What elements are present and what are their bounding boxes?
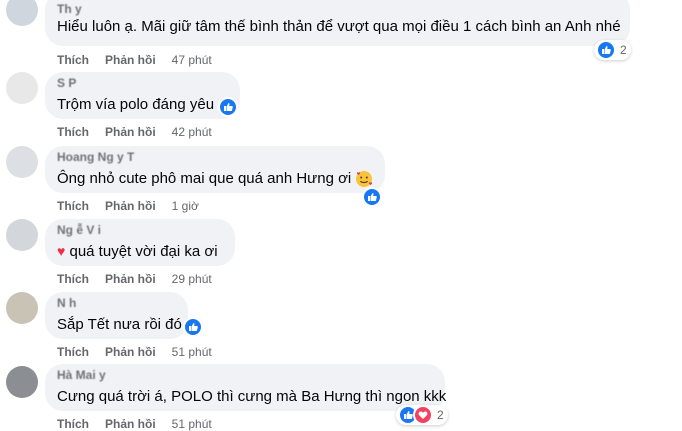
avatar[interactable] [6, 219, 38, 251]
like-button[interactable]: Thích [57, 125, 89, 139]
reaction-summary[interactable]: 2 [396, 405, 448, 425]
like-reaction-icon [596, 40, 616, 60]
comment-bubble: Th y Hiểu luôn ạ. Mãi giữ tâm thế bình t… [45, 0, 630, 46]
comment-actions: Thích Phản hồi 47 phút [57, 53, 212, 67]
commenter-name[interactable]: Hà Mai y [57, 368, 106, 382]
like-button[interactable]: Thích [57, 272, 89, 286]
comment-timestamp[interactable]: 29 phút [172, 272, 212, 286]
comment-timestamp[interactable]: 47 phút [172, 53, 212, 67]
commenter-name[interactable]: Th y [57, 2, 82, 16]
avatar[interactable] [6, 146, 38, 178]
comment-actions: Thích Phản hồi 29 phút [57, 272, 212, 286]
comment-text-body: quá tuyệt vời đại ka ơi [69, 243, 218, 260]
comment-timestamp[interactable]: 51 phút [172, 345, 212, 359]
comment-timestamp[interactable]: 1 giờ [172, 199, 199, 213]
like-reaction-icon[interactable] [183, 317, 203, 337]
comment-timestamp[interactable]: 42 phút [172, 125, 212, 139]
reply-button[interactable]: Phản hồi [105, 199, 156, 213]
like-button[interactable]: Thích [57, 53, 89, 67]
comment-text: ♥ quá tuyệt vời đại ka ơi [57, 243, 218, 260]
like-button[interactable]: Thích [57, 345, 89, 359]
comment-text: Sắp Tết nưa rồi đó [57, 316, 182, 333]
comment-text: Ông nhỏ cute phô mai que quá anh Hưng ơi [57, 170, 352, 187]
reply-button[interactable]: Phản hồi [105, 53, 156, 67]
comment-timestamp[interactable]: 51 phút [172, 417, 212, 431]
comment-text: Hiểu luôn ạ. Mãi giữ tâm thế bình thản đ… [57, 18, 621, 35]
comment-bubble: Ng ễ V i ♥ quá tuyệt vời đại ka ơi [45, 219, 235, 266]
like-reaction-icon[interactable] [362, 187, 382, 207]
commenter-name[interactable]: Hoang Ng y T [57, 150, 134, 164]
like-button[interactable]: Thích [57, 417, 89, 431]
comment-actions: Thích Phản hồi 51 phút [57, 417, 212, 431]
reply-button[interactable]: Phản hồi [105, 125, 156, 139]
comment-bubble: Hoang Ng y T Ông nhỏ cute phô mai que qu… [45, 146, 385, 193]
comment-text: Cưng quá trời á, POLO thì cưng mà Ba Hưn… [57, 388, 447, 405]
reaction-count: 2 [437, 408, 444, 422]
commenter-name[interactable]: S P [57, 76, 76, 90]
avatar[interactable] [6, 292, 38, 324]
avatar[interactable] [6, 366, 38, 398]
reply-button[interactable]: Phản hồi [105, 272, 156, 286]
like-reaction-icon[interactable] [218, 97, 238, 117]
comment-bubble: N h Sắp Tết nưa rồi đó [45, 292, 188, 339]
commenter-name[interactable]: Ng ễ V i [57, 223, 101, 237]
avatar[interactable] [6, 0, 38, 26]
comment-actions: Thích Phản hồi 42 phút [57, 125, 212, 139]
comment-actions: Thích Phản hồi 1 giờ [57, 199, 199, 213]
comment-bubble: Hà Mai y Cưng quá trời á, POLO thì cưng … [45, 364, 447, 411]
reply-button[interactable]: Phản hồi [105, 345, 156, 359]
comment-text: Trộm vía polo đáng yêu [57, 96, 215, 113]
like-button[interactable]: Thích [57, 199, 89, 213]
comment-actions: Thích Phản hồi 51 phút [57, 345, 212, 359]
avatar[interactable] [6, 72, 38, 104]
reply-button[interactable]: Phản hồi [105, 417, 156, 431]
reaction-summary[interactable]: 2 [594, 40, 631, 60]
red-heart-icon: ♥ [57, 243, 66, 259]
reaction-count: 2 [620, 43, 627, 57]
love-reaction-icon [413, 405, 433, 425]
commenter-name[interactable]: N h [57, 296, 76, 310]
comment-bubble: S P Trộm vía polo đáng yêu [45, 72, 240, 119]
